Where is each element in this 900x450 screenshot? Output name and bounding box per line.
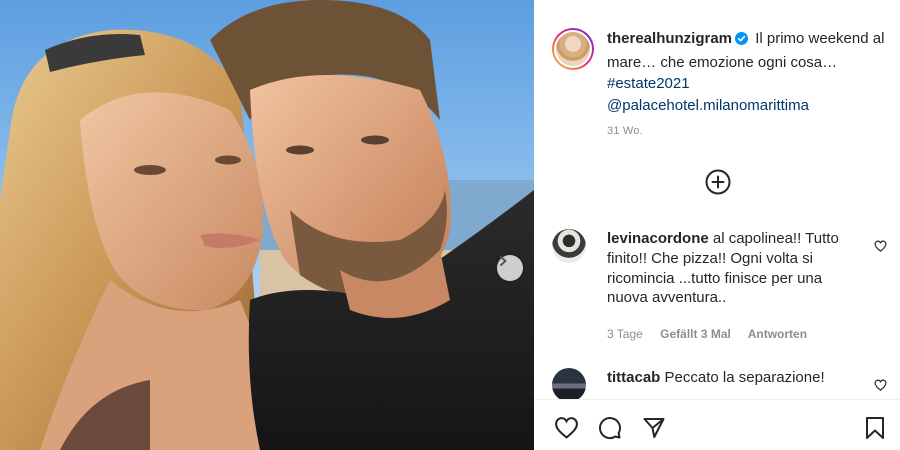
author-username[interactable]: therealhunzigram — [607, 30, 732, 47]
selfie-illustration — [0, 0, 534, 450]
comment-body: levinacordone al capolinea!! Tutto finit… — [607, 229, 862, 308]
comment-username[interactable]: levinacordone — [607, 230, 709, 247]
paper-plane-icon — [643, 418, 665, 438]
heart-icon — [555, 417, 578, 439]
save-button[interactable] — [864, 416, 886, 445]
comment-text: Peccato la separazione! — [664, 369, 825, 386]
post-caption: therealhunzigram Il primo weekend al mar… — [607, 28, 897, 116]
comment-meta: 3 Tage Gefällt 3 Mal Antworten — [607, 327, 821, 341]
commenter-avatar[interactable] — [552, 368, 586, 402]
comment-like-button[interactable] — [874, 378, 887, 396]
comment-username[interactable]: tittacab — [607, 369, 660, 386]
bookmark-icon — [866, 417, 884, 439]
share-button[interactable] — [642, 416, 666, 445]
mention-link[interactable]: @palacehotel.milanomarittima — [607, 95, 897, 117]
carousel-next-button[interactable] — [497, 255, 523, 281]
chevron-right-icon — [500, 256, 507, 266]
heart-icon — [874, 379, 887, 391]
heart-icon — [874, 240, 887, 252]
author-avatar[interactable] — [552, 28, 594, 70]
post-action-bar — [534, 399, 900, 450]
plus-circle-icon — [705, 169, 731, 195]
like-button[interactable] — [554, 416, 579, 444]
comment-icon — [599, 417, 622, 440]
commenter-avatar[interactable] — [552, 229, 586, 263]
hashtag-link[interactable]: #estate2021 — [607, 73, 897, 95]
comment-like-button[interactable] — [874, 239, 887, 257]
post-photo[interactable] — [0, 0, 534, 450]
comment-item: tittacab Peccato la separazione! — [552, 368, 900, 402]
reply-button[interactable]: Antworten — [748, 327, 807, 341]
verified-badge-icon — [735, 30, 749, 52]
comment-likes[interactable]: Gefällt 3 Mal — [660, 327, 731, 341]
post-sidebar: therealhunzigram Il primo weekend al mar… — [534, 0, 900, 450]
comment-button[interactable] — [598, 416, 622, 445]
load-more-comments-button[interactable] — [705, 169, 731, 200]
comment-date[interactable]: 3 Tage — [607, 327, 643, 341]
post-age[interactable]: 31 Wo. — [607, 125, 643, 137]
comment-body: tittacab Peccato la separazione! — [607, 368, 862, 388]
caption-continuation: che emozione ogni cosa… — [660, 53, 838, 71]
comment-item: levinacordone al capolinea!! Tutto finit… — [552, 229, 900, 349]
